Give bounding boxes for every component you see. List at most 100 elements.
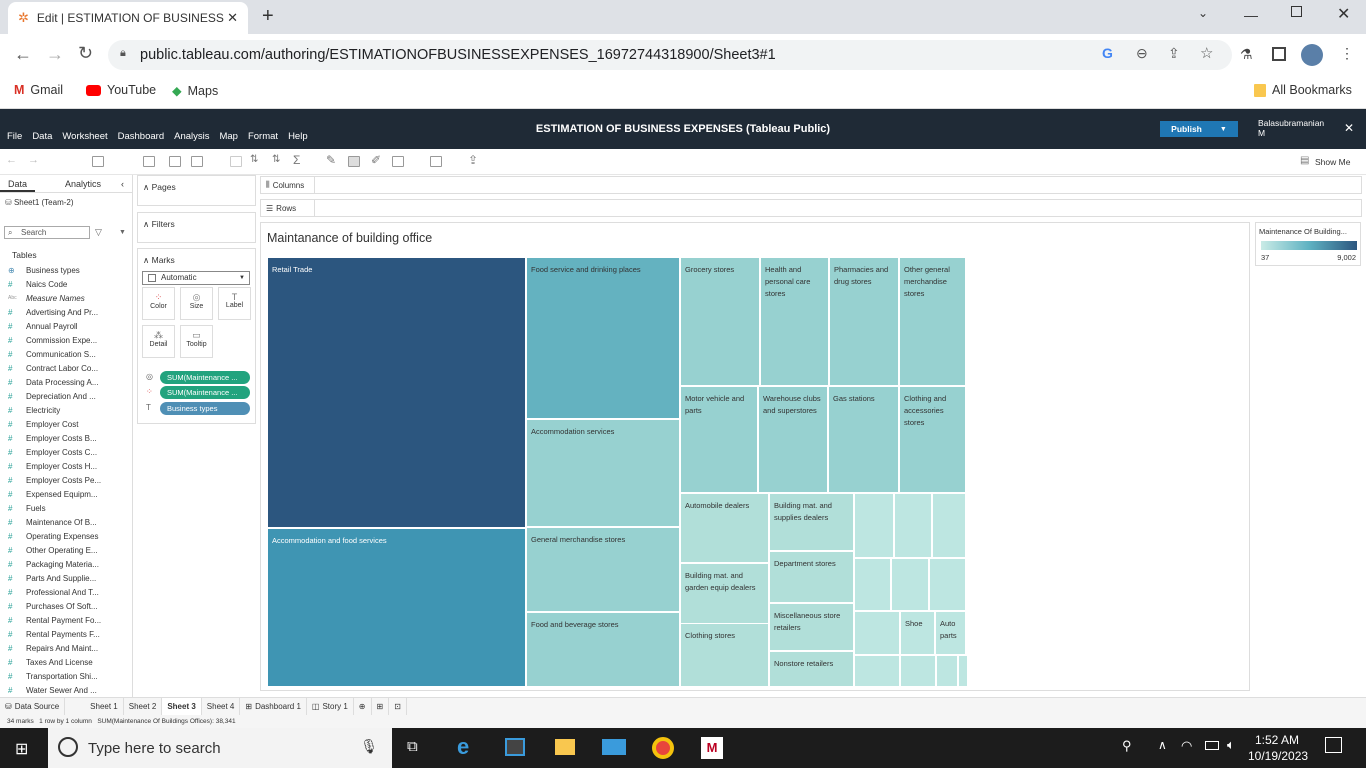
highlight-icon[interactable]: ✎ (326, 153, 336, 167)
field-item[interactable]: # Expensed Equipm... (0, 487, 132, 501)
restore-icon[interactable] (1291, 6, 1302, 17)
show-labels-icon[interactable] (348, 156, 360, 167)
bookmark-maps[interactable]: ◆ Maps (172, 83, 218, 99)
new-story-tab-icon[interactable]: ⊡ (389, 697, 407, 716)
edge-icon[interactable]: e (457, 734, 469, 760)
tab-data-source[interactable]: ⛁ Data Source (0, 697, 66, 716)
swap-icon[interactable] (230, 156, 242, 167)
field-item[interactable]: # Operating Expenses (0, 529, 132, 543)
profile-avatar[interactable] (1301, 44, 1323, 66)
new-tab-icon[interactable]: + (262, 5, 274, 28)
bookmark-youtube[interactable]: YouTube (86, 83, 156, 97)
treemap-cell[interactable] (958, 655, 968, 687)
field-item[interactable]: # Repairs And Maint... (0, 641, 132, 655)
field-item[interactable]: # Employer Costs H... (0, 459, 132, 473)
close-authoring-icon[interactable]: ✕ (1344, 121, 1354, 135)
treemap-cell[interactable]: Accommodation and food services (267, 528, 526, 687)
close-tab-icon[interactable]: ✕ (227, 10, 238, 26)
pill-label[interactable]: Business types (160, 402, 250, 415)
address-bar[interactable]: 🔒︎ public.tableau.com/authoring/ESTIMATI… (108, 40, 1232, 70)
presentation-icon[interactable] (430, 156, 442, 167)
collapse-pane-icon[interactable]: ‹ (113, 175, 132, 192)
collapse-icon[interactable]: ∧ (143, 219, 149, 229)
redo-icon[interactable]: → (28, 154, 39, 166)
treemap-cell[interactable] (936, 655, 958, 687)
people-icon[interactable]: ⚲ (1122, 738, 1132, 754)
wifi-icon[interactable]: ◠ (1181, 738, 1192, 754)
new-worksheet-tab-icon[interactable]: ⊕ (354, 697, 372, 716)
data-source[interactable]: ⛁ Sheet1 (Team-2) (0, 193, 132, 212)
show-hidden-icons[interactable]: ∧ (1158, 738, 1167, 752)
taskbar-search-input[interactable]: Type here to search 🎙︎ (48, 728, 392, 768)
treemap-cell[interactable]: Pharmacies and drug stores (829, 257, 899, 386)
all-bookmarks[interactable]: All Bookmarks (1254, 83, 1352, 97)
tab-dashboard-1[interactable]: ⊞ Dashboard 1 (240, 697, 307, 716)
field-item[interactable]: # Rental Payment Fo... (0, 613, 132, 627)
user-name[interactable]: Balasubramanian M (1258, 118, 1324, 138)
treemap-cell[interactable]: Retail Trade (267, 257, 526, 528)
treemap-cell[interactable] (894, 493, 932, 558)
tab-data[interactable]: Data (0, 175, 36, 192)
treemap-cell[interactable]: Automobile dealers (680, 493, 769, 563)
treemap-cell[interactable]: Auto parts (935, 611, 966, 655)
mail-icon[interactable] (602, 739, 626, 755)
file-explorer-icon[interactable] (555, 739, 575, 755)
field-item[interactable]: # Other Operating E... (0, 543, 132, 557)
share-workbook-icon[interactable]: ⇪ (468, 153, 478, 167)
chrome-menu-icon[interactable]: ⋮ (1340, 45, 1354, 62)
close-window-icon[interactable]: ✕ (1337, 4, 1350, 24)
field-item[interactable]: # Maintenance Of B... (0, 515, 132, 529)
notifications-icon[interactable] (1325, 737, 1342, 753)
field-item[interactable]: # Packaging Materia... (0, 557, 132, 571)
tab-analytics[interactable]: Analytics (57, 175, 109, 192)
field-item[interactable]: # Taxes And License (0, 655, 132, 669)
show-me-button[interactable]: Show Me (1315, 157, 1350, 167)
show-me-icon[interactable]: ▤ (1300, 155, 1309, 166)
treemap-cell[interactable]: Other general merchandise stores (899, 257, 966, 386)
color-mark-button[interactable]: ⁘ Color (142, 287, 175, 320)
google-icon[interactable]: G (1102, 45, 1113, 61)
field-item[interactable]: Abc Measure Names (0, 291, 132, 305)
field-item[interactable]: # Advertising And Pr... (0, 305, 132, 319)
field-item[interactable]: # Parts And Supplie... (0, 571, 132, 585)
treemap-cell[interactable]: Clothing stores (680, 623, 769, 687)
format-icon[interactable]: ✐ (371, 153, 381, 167)
tab-sheet-4[interactable]: Sheet 4 (202, 697, 241, 716)
treemap-cell[interactable] (854, 611, 900, 655)
bookmark-star-icon[interactable]: ☆ (1200, 44, 1213, 62)
sort-descending-icon[interactable]: ⇅ (272, 154, 280, 165)
treemap-cell[interactable]: Department stores (769, 551, 854, 603)
treemap-cell[interactable] (854, 655, 900, 687)
chrome-taskbar-icon[interactable] (652, 737, 674, 759)
taskbar-clock[interactable]: 1:52 AM 10/19/2023 (1248, 732, 1308, 764)
field-item[interactable]: # Water Sewer And ... (0, 683, 132, 697)
battery-icon[interactable] (1205, 741, 1219, 750)
treemap-cell[interactable]: Building mat. and supplies dealers (769, 493, 854, 551)
extensions-icon[interactable]: ⚗ (1240, 46, 1253, 63)
field-item[interactable]: # Commission Expe... (0, 333, 132, 347)
filter-fields-icon[interactable]: ▽ (95, 227, 102, 238)
treemap-cell[interactable] (854, 493, 894, 558)
publish-button[interactable]: Publish ▼ (1160, 121, 1238, 137)
treemap-cell[interactable] (900, 655, 936, 687)
treemap-cell[interactable]: Warehouse clubs and superstores (758, 386, 828, 493)
data-pane-menu-icon[interactable]: ▼ (119, 229, 126, 236)
detail-mark-button[interactable]: ⁂ Detail (142, 325, 175, 358)
treemap-cell[interactable] (891, 558, 929, 611)
treemap-cell[interactable]: Shoe (900, 611, 935, 655)
filters-card[interactable]: ∧ Filters (137, 212, 256, 243)
browser-tab[interactable]: ✲ Edit | ESTIMATION OF BUSINESS ✕ (8, 2, 248, 34)
treemap-cell[interactable]: Health and personal care stores (760, 257, 829, 386)
publish-dropdown-icon[interactable]: ▼ (1220, 126, 1227, 133)
treemap-cell[interactable]: Motor vehicle and parts (680, 386, 758, 493)
field-item[interactable]: # Purchases Of Soft... (0, 599, 132, 613)
field-item[interactable]: # Depreciation And ... (0, 389, 132, 403)
treemap-cell[interactable]: Food service and drinking places (526, 257, 680, 419)
fit-icon[interactable] (392, 156, 404, 167)
field-item[interactable]: # Rental Payments F... (0, 627, 132, 641)
clear-sheet-icon[interactable] (191, 156, 203, 167)
undo-icon[interactable]: ← (6, 154, 17, 166)
new-data-source-icon[interactable] (92, 156, 104, 167)
field-search-input[interactable]: ⌕ Search (4, 226, 90, 239)
app-icon[interactable]: M (701, 737, 723, 759)
